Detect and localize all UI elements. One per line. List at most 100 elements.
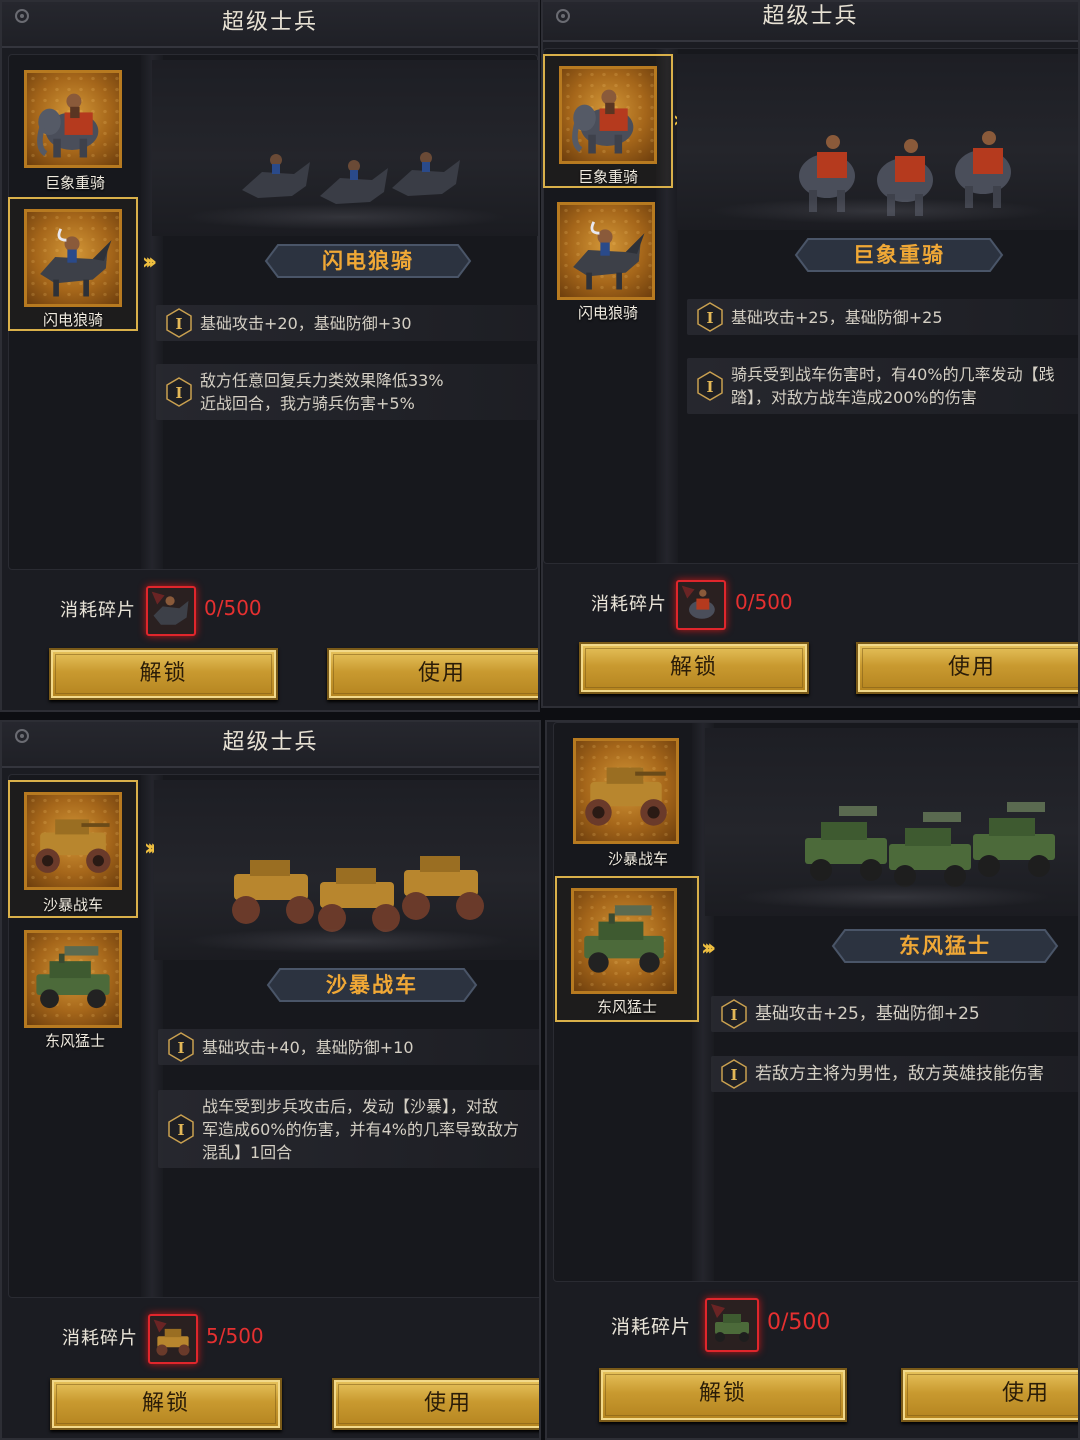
page-title: 超级士兵 — [762, 4, 859, 29]
sandstorm-chariot-icon — [573, 738, 679, 844]
ability-text-line: 基础攻击+25，基础防御+25 — [755, 1003, 980, 1024]
svg-text:I: I — [730, 1006, 737, 1024]
dongfeng-warrior-troop-icon — [805, 802, 1055, 887]
unlock-button[interactable]: 解锁 — [579, 642, 809, 694]
dongfeng-warrior-icon — [24, 930, 122, 1028]
ability-row-2: I 战车受到步兵攻击后，发动【沙暴】，对敌 军造成60%的伤害，并有4%的几率导… — [158, 1090, 539, 1168]
wolf-cavalry-icon — [557, 202, 655, 300]
ability-row-2: I 若敌方主将为男性，敌方英雄技能伤害 — [711, 1056, 1078, 1092]
elephant-cavalry-icon — [24, 70, 122, 168]
unit-card-wolf[interactable]: 闪电狼骑 — [543, 192, 673, 326]
unit-card-sandstorm[interactable]: 沙暴战车 — [8, 780, 138, 918]
unlock-button[interactable]: 解锁 — [49, 648, 278, 700]
shard-elephant-icon — [676, 580, 726, 630]
super-soldier-panel-elephant: 超级士兵 巨象重骑 闪电狼骑 ››› 巨象重骑 I 基础攻击+25，基础防御+2… — [541, 0, 1080, 708]
cost-label: 消耗碎片 — [611, 1316, 692, 1338]
svg-text:I: I — [177, 1121, 184, 1139]
use-button[interactable]: 使用 — [327, 648, 538, 700]
page-title: 超级士兵 — [222, 730, 319, 755]
unit-name: 巨象重骑 — [853, 243, 945, 267]
unit-card-label: 闪电狼骑 — [42, 311, 103, 329]
unit-preview-stage — [152, 60, 538, 236]
dongfeng-warrior-icon — [571, 888, 677, 994]
panel-title-bar: 超级士兵 — [2, 722, 539, 768]
ability-text-line: 敌方任意回复兵力类效果降低33% — [200, 371, 444, 390]
selected-arrow-icon: ››› — [144, 836, 159, 861]
svg-text:I: I — [706, 378, 713, 396]
rank-i-icon: I — [168, 1114, 194, 1144]
panel-title-bar: 超级士兵 — [543, 2, 1078, 42]
svg-text:I: I — [730, 1066, 737, 1084]
cost-label: 消耗碎片 — [62, 1328, 138, 1349]
ability-text-line: 近战回合，我方骑兵伤害+5% — [200, 394, 415, 413]
use-button[interactable]: 使用 — [332, 1378, 539, 1430]
elephant-cavalry-icon — [559, 66, 657, 164]
sandstorm-chariot-icon — [24, 792, 122, 890]
unlock-button[interactable]: 解锁 — [599, 1368, 847, 1422]
unit-card-label: 东风猛士 — [596, 998, 657, 1016]
super-soldier-panel-sandstorm: 超级士兵 沙暴战车 东风猛士 ››› 沙暴战车 I 基础攻击+40，基础防御+1… — [0, 720, 541, 1440]
rank-i-icon: I — [697, 302, 723, 332]
unit-card-label: 闪电狼骑 — [577, 304, 638, 322]
rank-i-icon: I — [721, 1059, 747, 1089]
unit-card-label: 沙暴战车 — [42, 896, 103, 914]
unit-card-wolf[interactable]: 闪电狼骑 — [8, 197, 138, 331]
selected-arrow-icon: ››› — [142, 250, 157, 275]
rank-i-icon: I — [168, 1032, 194, 1062]
ability-row-1: I 基础攻击+20，基础防御+30 — [156, 305, 538, 341]
unit-preview-stage — [705, 728, 1078, 916]
unit-name-banner: 东风猛士 — [831, 928, 1059, 964]
gear-icon — [556, 9, 570, 23]
ability-text-line: 若敌方主将为男性，敌方英雄技能伤害 — [755, 1063, 1044, 1084]
super-soldier-panel-wolf: 超级士兵 巨象重骑 闪电狼骑 ››› 闪电狼骑 I 基础攻击+20，基础防御+3… — [0, 0, 540, 712]
shard-sandstorm-icon — [148, 1314, 198, 1364]
wolf-cavalry-icon — [24, 209, 122, 307]
svg-text:I: I — [706, 309, 713, 327]
ability-text-line: 军造成60%的伤害，并有4%的几率导致敌方 — [202, 1119, 519, 1139]
unit-card-sandstorm[interactable]: 沙暴战车 — [559, 728, 689, 868]
wolf-cavalry-troop-icon — [242, 152, 460, 204]
rank-i-icon: I — [166, 377, 192, 407]
cost-value: 0/500 — [204, 596, 262, 620]
selected-arrow-icon: ››› — [701, 936, 716, 961]
ability-row-1: I 基础攻击+25，基础防御+25 — [687, 299, 1078, 335]
unit-card-elephant[interactable]: 巨象重骑 — [543, 54, 673, 188]
ability-text-line: 混乱】1回合 — [202, 1142, 293, 1162]
ability-row-1: I 基础攻击+40，基础防御+10 — [158, 1029, 539, 1065]
use-button[interactable]: 使用 — [856, 642, 1078, 694]
unit-preview-stage — [677, 54, 1078, 230]
unlock-button[interactable]: 解锁 — [50, 1378, 282, 1430]
rank-i-icon: I — [697, 371, 723, 401]
svg-text:I: I — [175, 315, 182, 333]
rank-i-icon: I — [166, 308, 192, 338]
unit-card-label: 沙暴战车 — [607, 850, 668, 868]
unit-name-banner: 巨象重骑 — [794, 237, 1004, 273]
unit-card-elephant[interactable]: 巨象重骑 — [10, 60, 140, 194]
cost-value: 0/500 — [735, 590, 793, 614]
ability-text-line: 战车受到步兵攻击后，发动【沙暴】，对敌 — [202, 1096, 499, 1116]
unit-name-banner: 沙暴战车 — [266, 967, 478, 1003]
rank-i-icon: I — [721, 999, 747, 1029]
ability-row-1: I 基础攻击+25，基础防御+25 — [711, 996, 1078, 1032]
cost-label: 消耗碎片 — [591, 594, 667, 615]
shard-dongfeng-icon — [705, 1298, 759, 1352]
ability-text-line: 踏】，对敌方战车造成200%的伤害 — [731, 388, 977, 407]
shard-wolf-icon — [146, 586, 196, 636]
unit-name: 闪电狼骑 — [322, 249, 414, 273]
ability-row-2: I 骑兵受到战车伤害时，有40%的几率发动【践 踏】，对敌方战车造成200%的伤… — [687, 358, 1078, 414]
unit-name-banner: 闪电狼骑 — [264, 243, 472, 279]
ability-row-2: I 敌方任意回复兵力类效果降低33% 近战回合，我方骑兵伤害+5% — [156, 364, 538, 420]
svg-text:I: I — [175, 384, 182, 402]
unit-preview-stage — [154, 780, 539, 960]
unit-card-label: 巨象重骑 — [44, 174, 105, 192]
cost-label: 消耗碎片 — [60, 600, 136, 621]
elephant-cavalry-troop-icon — [799, 131, 1011, 216]
panel-title-bar: 超级士兵 — [2, 2, 538, 48]
unit-card-dongfeng[interactable]: 东风猛士 — [555, 876, 699, 1022]
cost-value: 0/500 — [767, 1310, 831, 1335]
cost-value: 5/500 — [206, 1324, 264, 1348]
page-title: 超级士兵 — [221, 10, 318, 35]
unit-card-dongfeng[interactable]: 东风猛士 — [10, 920, 140, 1054]
use-button[interactable]: 使用 — [901, 1368, 1078, 1422]
ability-text-line: 基础攻击+40，基础防御+10 — [202, 1037, 414, 1057]
